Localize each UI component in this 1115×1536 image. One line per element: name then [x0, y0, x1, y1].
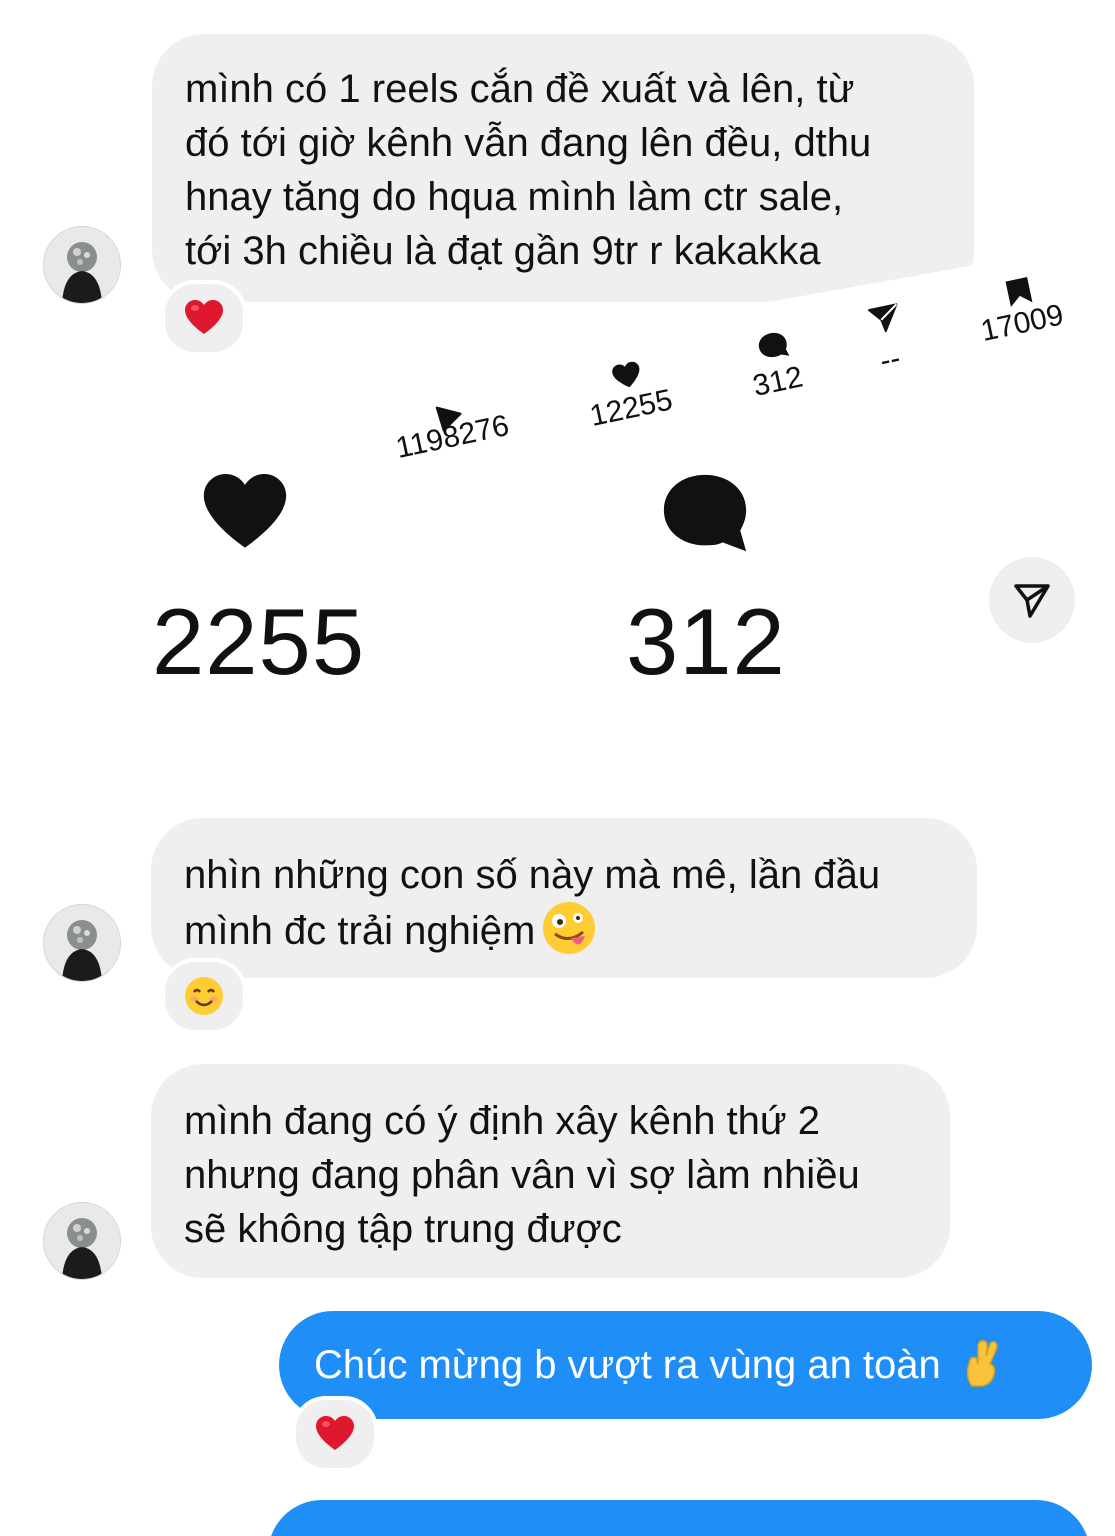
outgoing-message-text: Chúc mừng b vượt ra vùng an toàn: [314, 1343, 941, 1387]
message-line-text: mình đc trải nghiệm: [184, 909, 536, 953]
forward-button[interactable]: [989, 557, 1075, 643]
heart-icon-large: [203, 474, 287, 548]
message-line: nhưng đang phân vân vì sợ làm nhiều: [184, 1153, 860, 1197]
message-line: mình có 1 reels cắn đề xuất và lên, từ: [185, 67, 855, 111]
avatar[interactable]: [43, 226, 121, 304]
message-bubble-3[interactable]: mình đang có ý định xây kênh thứ 2 nhưng…: [151, 1064, 950, 1278]
message-bubble-2[interactable]: nhìn những con số này mà mê, lần đầu mìn…: [151, 818, 977, 978]
likes-count-large: 2255: [152, 589, 366, 694]
heart-emoji: [185, 300, 223, 334]
comment-icon-large: [663, 474, 747, 552]
message-line: hnay tăng do hqua mình làm ctr sale,: [185, 175, 844, 219]
avatar[interactable]: [43, 1202, 121, 1280]
avatar[interactable]: [43, 904, 121, 982]
smiling-face-emoji: [185, 977, 223, 1015]
message-line: mình đang có ý định xây kênh thứ 2: [184, 1099, 821, 1143]
message-line: nhìn những con số này mà mê, lần đầu: [184, 853, 881, 897]
crossed-fingers-emoji: [966, 1340, 998, 1387]
send-icon: [1014, 584, 1050, 618]
reaction-badge[interactable]: [292, 1396, 378, 1472]
outgoing-message-bubble[interactable]: Chúc mừng b vượt ra vùng an toàn: [279, 1311, 1092, 1419]
heart-emoji: [316, 1416, 354, 1450]
chat-screen: mình có 1 reels cắn đề xuất và lên, từ đ…: [0, 0, 1115, 1536]
reaction-badge[interactable]: [161, 958, 247, 1034]
outgoing-message-bubble-partial[interactable]: [268, 1500, 1090, 1536]
reaction-badge[interactable]: [161, 280, 247, 356]
message-line: đó tới giờ kênh vẫn đang lên đều, dthu: [185, 121, 872, 165]
message-line: sẽ không tập trung được: [184, 1207, 622, 1251]
comments-count-large: 312: [626, 589, 786, 694]
zany-face-emoji: [543, 902, 596, 954]
message-line: mình đc trải nghiệm: [184, 902, 977, 958]
